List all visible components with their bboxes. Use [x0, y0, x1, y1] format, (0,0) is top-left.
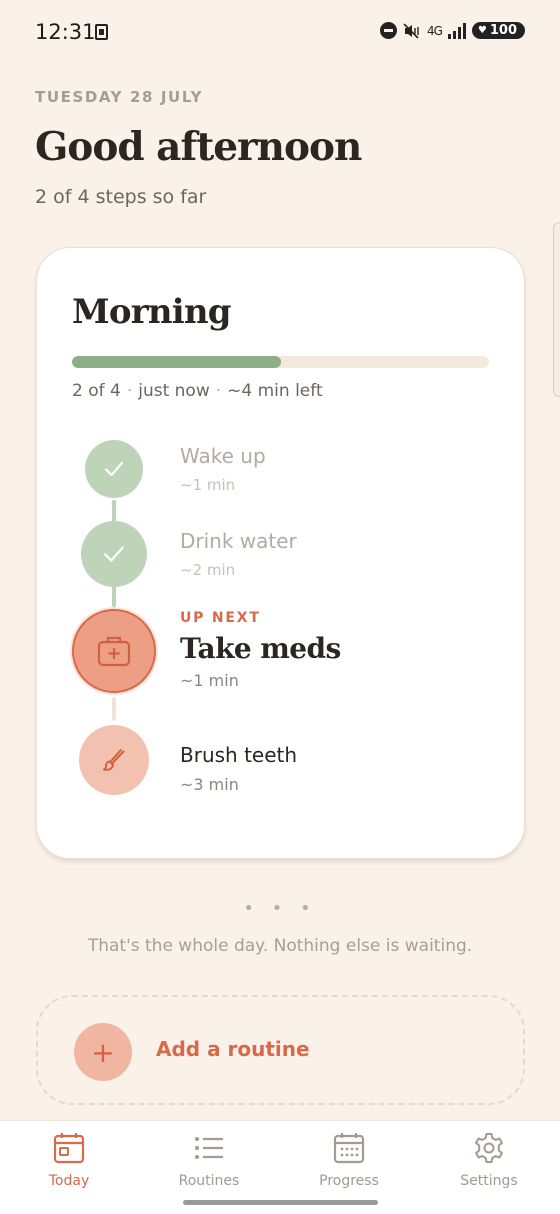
step-status-brush-teeth[interactable] — [79, 725, 149, 795]
status-time: 12:31 — [35, 20, 96, 44]
calendar-grid-icon — [333, 1133, 365, 1164]
plus-icon: + — [74, 1023, 132, 1081]
step-duration: ~1 min — [180, 476, 236, 494]
more-dots-icon: • • • — [243, 898, 317, 919]
routine-progress-bar — [72, 356, 489, 368]
page-title: Good afternoon — [35, 124, 362, 170]
nav-label: Routines — [178, 1173, 240, 1189]
add-routine-label: Add a routine — [156, 1037, 310, 1061]
gear-icon — [475, 1133, 503, 1163]
routine-card-morning[interactable]: Morning 2 of 4 · just now · ~4 min left Wake… — [36, 247, 525, 859]
status-bar: 12:31 4G ♥ 100 — [0, 0, 560, 64]
last-updated: just now — [138, 381, 210, 401]
routine-progress-meta: 2 of 4 · just now · ~4 min left — [72, 381, 323, 401]
routine-progress-fill — [72, 356, 281, 368]
add-routine-button[interactable]: + Add a routine — [36, 995, 525, 1105]
signal-icon — [447, 22, 466, 39]
step-name: Drink water — [180, 529, 297, 553]
nav-settings[interactable]: Settings — [434, 1131, 544, 1189]
nav-progress[interactable]: Progress — [294, 1131, 404, 1189]
step-connector — [112, 697, 116, 721]
battery-indicator: ♥ 100 — [471, 22, 525, 39]
step-brush-teeth[interactable]: Brush teeth ~3 min — [180, 743, 297, 794]
today-screen: 12:31 4G ♥ 100 TUESDAY 28 JULY Good afte… — [0, 0, 560, 1214]
step-status-wake-up[interactable] — [85, 440, 143, 498]
step-take-meds[interactable]: UP NEXT Take meds ~1 min — [180, 610, 341, 690]
do-not-disturb-icon — [379, 22, 397, 39]
home-indicator[interactable] — [183, 1200, 378, 1205]
sim-icon — [95, 24, 108, 40]
step-wake-up[interactable]: Wake up ~1 min — [180, 444, 266, 494]
step-duration: ~3 min — [180, 775, 239, 794]
up-next-label: UP NEXT — [180, 610, 261, 626]
nav-label: Progress — [319, 1173, 379, 1189]
step-connector — [112, 500, 116, 522]
step-drink-water[interactable]: Drink water ~2 min — [180, 529, 297, 579]
medical-kit-icon — [97, 636, 131, 667]
edge-panel-handle[interactable] — [553, 222, 560, 397]
brush-icon — [103, 749, 125, 771]
step-duration: ~2 min — [180, 561, 236, 579]
battery-heart-icon: ♥ — [477, 25, 487, 36]
nav-label: Today — [48, 1173, 90, 1189]
check-icon — [104, 461, 124, 477]
check-icon — [104, 546, 124, 562]
steps-summary: 2 of 4 steps so far — [35, 186, 207, 208]
time-left: ~4 min left — [227, 381, 323, 401]
status-icons: 4G ♥ 100 — [379, 22, 525, 39]
step-name: Brush teeth — [180, 743, 298, 767]
progress-count: 2 of 4 — [72, 381, 121, 401]
step-status-drink-water[interactable] — [81, 521, 147, 587]
step-name: Take meds — [180, 632, 341, 665]
step-name: Wake up — [180, 444, 266, 468]
step-status-take-meds[interactable] — [72, 609, 156, 693]
network-type: 4G — [426, 23, 443, 38]
step-connector — [112, 585, 116, 607]
nav-routines[interactable]: Routines — [154, 1131, 264, 1189]
mute-vibrate-icon — [403, 22, 419, 39]
end-of-day-message: That's the whole day. Nothing else is wa… — [87, 936, 473, 956]
date-label: TUESDAY 28 JULY — [35, 88, 204, 106]
calendar-day-icon — [53, 1133, 85, 1164]
nav-label: Settings — [460, 1173, 518, 1189]
battery-level: 100 — [489, 23, 517, 38]
step-duration: ~1 min — [180, 671, 239, 690]
routine-title: Morning — [72, 292, 232, 332]
nav-today[interactable]: Today — [14, 1131, 124, 1189]
list-icon — [195, 1137, 223, 1159]
